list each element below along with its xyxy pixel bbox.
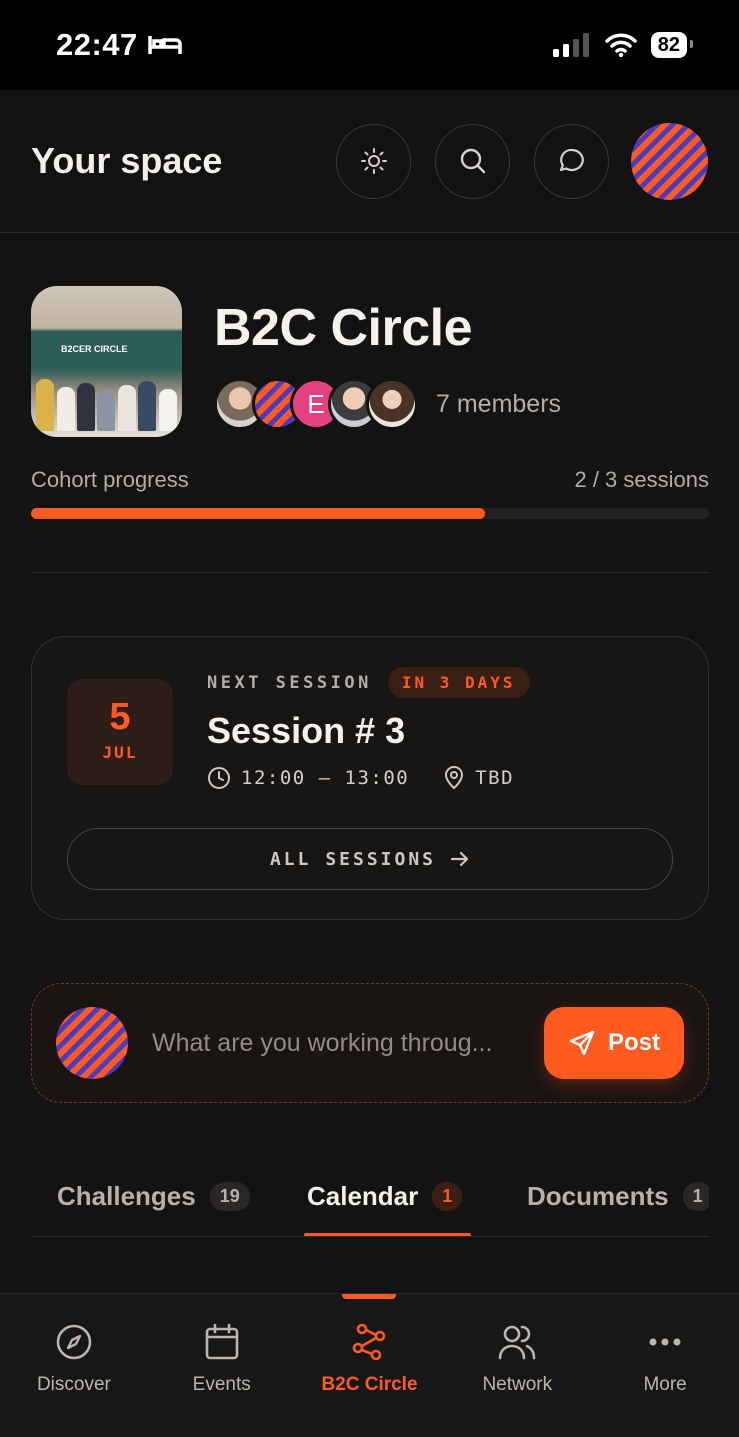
theme-toggle-button[interactable] [336, 123, 411, 199]
clock-icon [208, 767, 230, 789]
sun-icon [360, 148, 387, 174]
tab-count: 19 [209, 1182, 250, 1211]
session-day: 5 [109, 696, 131, 738]
tab-count: 1 [682, 1182, 709, 1211]
bottom-navigation: Discover Events B2C Circle Network More [0, 1293, 739, 1437]
nav-b2c-circle[interactable]: B2C Circle [296, 1294, 444, 1437]
nav-network[interactable]: Network [443, 1294, 591, 1437]
progress-fill [31, 508, 486, 519]
divider [31, 572, 709, 573]
session-time: 12:00 – 13:00 [241, 767, 410, 789]
calendar-icon [205, 1323, 238, 1360]
tab-documents[interactable]: Documents 1 [527, 1181, 709, 1212]
battery-indicator: 82 [650, 32, 694, 58]
members-count: 7 members [436, 389, 562, 418]
tab-challenges[interactable]: Challenges 19 [57, 1181, 250, 1212]
location-pin-icon [445, 766, 464, 790]
group-name: B2C Circle [214, 299, 473, 357]
member-avatar [366, 378, 418, 430]
member-avatars[interactable]: E 7 members [214, 378, 561, 430]
session-month: JUL [102, 743, 138, 762]
people-icon [498, 1325, 536, 1360]
group-photo: B2CER CIRCLE [31, 286, 182, 437]
nav-more[interactable]: More [591, 1294, 739, 1437]
progress-value: 2 / 3 sessions [574, 467, 709, 492]
tab-calendar[interactable]: Calendar 1 [307, 1181, 463, 1212]
nav-events[interactable]: Events [148, 1294, 296, 1437]
profile-avatar[interactable] [631, 122, 708, 200]
wifi-icon [605, 33, 637, 57]
progress-title: Cohort progress [31, 467, 189, 492]
chat-bubble-icon [559, 148, 584, 172]
app-header: Your space [0, 90, 739, 233]
session-kicker: NEXT SESSION [207, 672, 372, 693]
messages-button[interactable] [534, 123, 609, 199]
nav-discover[interactable]: Discover [0, 1294, 148, 1437]
post-composer: What are you working throug... Post [31, 983, 709, 1103]
cohort-progress-label: Cohort progress 2 / 3 sessions [31, 467, 709, 493]
page-title: Your space [31, 140, 223, 181]
search-icon [460, 148, 485, 174]
progress-bar [31, 508, 709, 519]
post-button[interactable]: Post [544, 1007, 684, 1079]
next-session-card[interactable]: 5 JUL NEXT SESSION IN 3 DAYS Session # 3… [31, 636, 709, 920]
search-button[interactable] [435, 123, 510, 199]
content-tabs: Challenges 19 Calendar 1 Documents 1 [31, 1163, 709, 1237]
status-bar: 22:47 82 [0, 0, 739, 90]
all-sessions-button[interactable]: ALL SESSIONS [67, 828, 673, 890]
session-title: Session # 3 [207, 710, 406, 751]
more-icon [649, 1338, 681, 1346]
tab-count: 1 [432, 1182, 463, 1211]
session-location: TBD [475, 767, 515, 789]
group-summary: B2CER CIRCLE B2C Circle E 7 members [31, 286, 709, 438]
signal-icon [552, 33, 589, 57]
status-right: 82 [552, 32, 694, 58]
post-input[interactable]: What are you working throug... [152, 1029, 544, 1058]
send-icon [569, 1030, 595, 1056]
arrow-right-icon [450, 851, 469, 867]
compass-icon [56, 1324, 92, 1360]
status-time: 22:47 [56, 27, 182, 63]
active-tab-indicator [304, 1233, 471, 1236]
session-date-badge: 5 JUL [67, 679, 173, 785]
photo-sign: B2CER CIRCLE [61, 344, 128, 354]
session-countdown-badge: IN 3 DAYS [387, 667, 530, 698]
composer-avatar [56, 1007, 128, 1079]
circle-network-icon [353, 1323, 386, 1361]
bed-icon [148, 36, 182, 54]
